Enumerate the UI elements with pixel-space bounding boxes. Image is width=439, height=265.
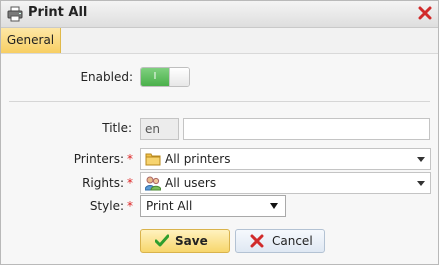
printers-value: All printers (165, 152, 231, 166)
toggle-on-indicator: I (141, 68, 169, 86)
save-button[interactable]: Save (140, 229, 230, 253)
tab-bar: General (1, 28, 438, 54)
enabled-toggle[interactable]: I (140, 67, 190, 87)
title-input[interactable] (183, 118, 430, 140)
title-bar: Print All (1, 1, 438, 28)
close-icon[interactable] (418, 6, 432, 20)
save-label: Save (175, 234, 208, 248)
required-mark: * (127, 176, 133, 190)
language-tag: en (140, 118, 179, 140)
toggle-knob (169, 68, 189, 86)
printers-label: Printers: * (73, 152, 133, 166)
chevron-down-icon (417, 157, 425, 162)
style-label: Style: * (89, 199, 133, 213)
enabled-label: Enabled: (80, 70, 133, 84)
chevron-down-icon (270, 203, 278, 209)
required-mark: * (127, 152, 133, 166)
rights-label: Rights: * (82, 176, 133, 190)
title-label: Title: (102, 121, 132, 135)
style-value: Print All (146, 199, 193, 213)
checkmark-icon (155, 234, 169, 247)
users-icon (145, 176, 161, 191)
required-mark: * (127, 199, 133, 213)
cancel-button[interactable]: Cancel (235, 229, 325, 253)
printers-combobox[interactable]: All printers (140, 148, 431, 170)
style-select[interactable]: Print All (140, 195, 286, 217)
rights-value: All users (165, 176, 217, 190)
folder-icon (145, 153, 161, 166)
cancel-icon (250, 234, 264, 248)
rights-combobox[interactable]: All users (140, 172, 431, 194)
divider (9, 101, 430, 102)
cancel-label: Cancel (272, 234, 313, 248)
tab-general[interactable]: General (1, 28, 61, 53)
printer-icon (7, 6, 23, 22)
print-all-dialog: Print All General Enabled: I Title: en P… (0, 0, 439, 265)
dialog-title: Print All (28, 5, 88, 20)
chevron-down-icon (417, 181, 425, 186)
